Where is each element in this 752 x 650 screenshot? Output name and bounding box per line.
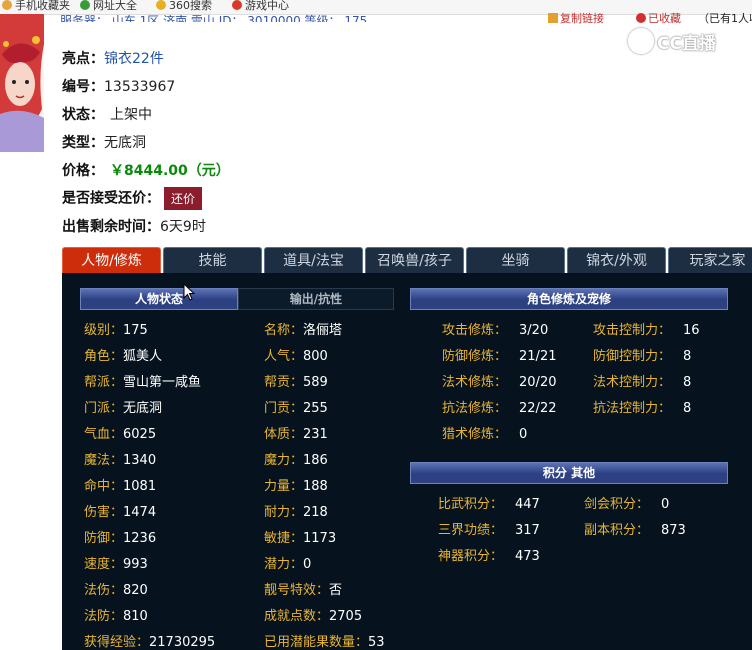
stat-strength: 力量：188	[264, 479, 328, 494]
cultivation-hunting: 猎术修炼： 0	[442, 427, 528, 442]
link-icon	[548, 13, 558, 23]
stat-experience: 获得经验：21730295	[84, 635, 216, 650]
time-remaining-row: 出售剩余时间：6天9时	[62, 219, 206, 235]
stat-mp: 魔法：1340	[84, 453, 157, 468]
stat-school: 门派：无底洞	[84, 401, 163, 416]
stat-school-contribution: 门贡：255	[264, 401, 328, 416]
stat-magic-power: 魔力：186	[264, 453, 328, 468]
cultivation-defense: 防御修炼： 21/21	[442, 349, 557, 364]
search-icon	[156, 0, 166, 10]
stat-magic-defense: 法防：810	[84, 609, 148, 624]
star-icon	[2, 0, 12, 10]
character-panel: 人物状态 输出/抗性 角色修炼及宠修 积分 其他 级别：175 角色：狐美人 帮…	[62, 273, 752, 650]
control-magic: 法术控制力： 8	[593, 375, 692, 390]
tab-character-cultivation[interactable]: 人物/修炼	[62, 247, 161, 273]
favorite-count: （已有1人收	[698, 12, 752, 25]
points-merit: 三界功绩： 317	[438, 523, 540, 538]
bargain-button[interactable]: 还价	[164, 187, 203, 210]
stat-achievement: 成就点数：2705	[264, 609, 363, 624]
tab-mounts[interactable]: 坐骑	[466, 247, 565, 273]
points-sword: 剑会积分： 0	[584, 497, 670, 512]
stat-name: 名称：洛俪塔	[264, 323, 343, 338]
points-dungeon: 副本积分： 873	[584, 523, 686, 538]
stat-level: 级别：175	[84, 323, 148, 338]
cultivation-resist: 抗法修炼： 22/22	[442, 401, 557, 416]
favorite-status[interactable]: 已收藏	[636, 10, 681, 26]
mouse-cursor-icon	[183, 283, 195, 301]
copy-link[interactable]: 复制链接	[548, 10, 604, 26]
tab-player-home[interactable]: 玩家之家	[668, 247, 752, 273]
stat-speed: 速度：993	[84, 557, 148, 572]
section-header-status[interactable]: 人物状态	[80, 288, 238, 310]
tab-items-treasures[interactable]: 道具/法宝	[264, 247, 363, 273]
stat-guild: 帮派：雪山第一咸鱼	[84, 375, 202, 390]
stat-premium-id: 靓号特效：否	[264, 583, 343, 598]
cc-logo-icon	[628, 28, 654, 54]
cc-live-watermark: CC直播	[628, 28, 746, 54]
stat-potential: 潜力：0	[264, 557, 312, 572]
highlight-row: 亮点：锦衣22件	[62, 51, 164, 67]
status-row: 状态： 上架中	[62, 107, 152, 123]
stat-defense: 防御：1236	[84, 531, 157, 546]
stat-constitution: 体质：231	[264, 427, 328, 442]
character-avatar	[0, 14, 44, 152]
stat-popularity: 人气：800	[264, 349, 328, 364]
price-row: 价格： ￥8444.00（元）	[62, 163, 230, 179]
stat-damage: 伤害：1474	[84, 505, 157, 520]
stat-magic-damage: 法伤：820	[84, 583, 148, 598]
globe-icon	[80, 0, 90, 10]
stat-role: 角色：狐美人	[84, 349, 163, 364]
control-defense: 防御控制力： 8	[593, 349, 692, 364]
detail-tabs: 人物/修炼 技能 道具/法宝 召唤兽/孩子 坐骑 锦衣/外观 玩家之家	[62, 247, 752, 273]
stat-hp: 气血：6025	[84, 427, 157, 442]
bargain-row: 是否接受还价： 还价	[62, 187, 203, 210]
points-artifact: 神器积分： 473	[438, 549, 540, 564]
cultivation-attack: 攻击修炼： 3/20	[442, 323, 549, 338]
control-attack: 攻击控制力： 16	[593, 323, 700, 338]
game-icon	[232, 0, 242, 10]
stat-hit: 命中：1081	[84, 479, 157, 494]
control-resist: 抗法控制力： 8	[593, 401, 692, 416]
heart-icon	[636, 13, 646, 23]
stat-endurance: 耐力：218	[264, 505, 328, 520]
stat-guild-contribution: 帮贡：589	[264, 375, 328, 390]
id-row: 编号：13533967	[62, 79, 176, 95]
tab-skills[interactable]: 技能	[163, 247, 262, 273]
stat-agility: 敏捷：1173	[264, 531, 337, 546]
section-header-points: 积分 其他	[410, 462, 728, 484]
tab-pets-children[interactable]: 召唤兽/孩子	[365, 247, 464, 273]
points-arena: 比武积分： 447	[438, 497, 540, 512]
type-row: 类型：无底洞	[62, 135, 146, 151]
cultivation-magic: 法术修炼： 20/20	[442, 375, 557, 390]
tab-outfits[interactable]: 锦衣/外观	[567, 247, 666, 273]
stat-potential-fruits: 已用潜能果数量：53	[264, 635, 385, 650]
section-header-cultivation: 角色修炼及宠修	[410, 288, 728, 310]
section-header-output[interactable]: 输出/抗性	[238, 288, 394, 310]
